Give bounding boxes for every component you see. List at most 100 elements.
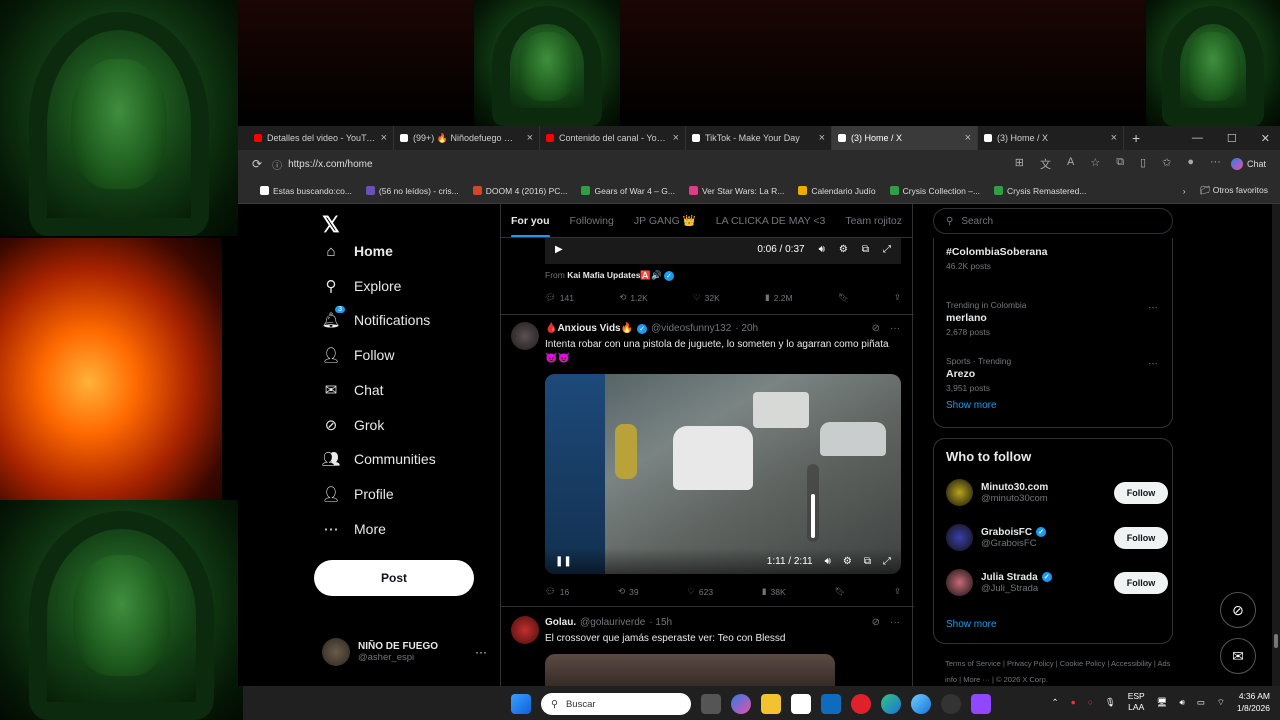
footer-link[interactable]: Accessibility [1111,659,1152,668]
other-favorites[interactable]: 📁︎ Otros favoritos [1200,185,1268,196]
battery-icon[interactable]: ▭ [1197,697,1205,708]
file-explorer-icon[interactable] [761,694,781,714]
browser-tab[interactable]: TikTok - Make Your Day × [686,126,832,150]
follow-suggestion[interactable]: GraboisFC ✓ @GraboisFC Follow [946,524,1168,551]
wifi-icon[interactable]: ⌔ [1217,697,1225,708]
opera-icon[interactable] [851,694,871,714]
pip-icon[interactable]: ⧉ [862,244,869,255]
bookmark-item[interactable]: (56 no leídos) - cris... [365,186,459,196]
extensions-icon[interactable]: ⧉ [1116,156,1124,172]
messages-fab[interactable]: ✉ [1220,638,1256,674]
footer-link[interactable]: Terms of Service [945,659,1001,668]
tab-close-icon[interactable]: × [527,132,533,144]
copilot-chat-button[interactable]: Chat [1230,158,1266,170]
page-scrollbar[interactable] [1272,204,1280,686]
bookmark-button[interactable]: 🔖︎ [834,586,845,597]
author-handle[interactable]: @golauriverde [580,617,645,628]
author-name[interactable]: 🩸Anxious Vids🔥 [545,323,633,334]
antivirus-icon[interactable]: ● [1071,697,1076,707]
tab-timeline[interactable]: LA CLICKA DE MAY <3 [716,215,826,227]
follow-suggestion[interactable]: Minuto30.com @minuto30com Follow [946,479,1168,506]
profile-avatar-icon[interactable]: ● [1187,156,1194,172]
bookmark-item[interactable]: Crysis Remastered... [994,186,1086,196]
nav-item-profile[interactable]: 👤︎ Profile [321,485,393,503]
scrollbar-thumb[interactable] [1274,634,1278,648]
edge-icon[interactable] [881,694,901,714]
split-screen-icon[interactable]: ▯ [1140,156,1146,172]
author-name[interactable]: Golau. [545,617,576,628]
account-more-icon[interactable]: ··· [475,645,487,659]
volume-icon[interactable]: 🔊︎ [825,556,831,567]
bookmark-item[interactable]: Ver Star Wars: La R... [688,186,784,196]
grok-icon[interactable]: ⊘ [872,323,880,334]
tab-close-icon[interactable]: × [381,132,387,144]
close-window-icon[interactable]: ✕ [1261,132,1270,145]
nav-item-grok[interactable]: ⊘ Grok [322,416,385,434]
follow-button[interactable]: Follow [1114,526,1168,549]
volume-icon[interactable]: 🔊︎ [819,244,825,255]
post-time[interactable]: · 15h [649,617,672,628]
views-button[interactable]: ▮ 38K [762,586,786,597]
repost-button[interactable]: ⟲ 39 [618,586,639,597]
prev-post-video[interactable]: ▶ 0:06 / 0:37 🔊︎ ⚙ ⧉ ⤢ [545,238,901,264]
post-more-icon[interactable]: ··· [890,323,900,334]
author-handle[interactable]: @videosfunny132 [651,323,731,334]
trend-more-icon[interactable]: ··· [1148,302,1158,313]
trend-item[interactable]: Sports · Trending ··· Arezo 3,951 posts [946,356,1164,393]
speaker-icon[interactable]: 🔊︎ [1180,697,1185,708]
read-aloud-icon[interactable]: A [1067,156,1074,172]
nav-item-more[interactable]: ⋯ More [322,520,386,538]
app-icon[interactable]: ⊞ [1015,156,1024,172]
tab-timeline[interactable]: Following [570,215,614,227]
post-video[interactable]: ❚❚ 1:11 / 2:11 🔊︎ ⚙ ⧉ ⤢ [545,374,901,574]
tab-close-icon[interactable]: × [965,132,971,144]
nav-item-communities[interactable]: 👥︎ Communities [321,450,435,468]
menu-dots-icon[interactable]: ··· [1210,156,1221,172]
settings-gear-icon[interactable]: ⚙ [839,244,848,255]
share-button[interactable]: ⇪ [894,586,901,597]
play-icon[interactable]: ▶ [555,244,563,255]
account-switcher[interactable]: NIÑO DE FUEGO @asher_espi ··· [322,638,487,666]
follow-suggestion[interactable]: Julia Strada ✓ @Juli_Strada Follow [946,569,1168,596]
bookmarks-overflow-icon[interactable]: › [1183,186,1186,196]
settings-gear-icon[interactable]: ⚙ [843,556,852,567]
footer-link[interactable]: Cookie Policy [1060,659,1105,668]
monitor-icon[interactable]: 🖥︎ [1157,697,1168,708]
footer-link[interactable]: © 2026 X Corp. [996,675,1048,684]
avatar[interactable] [511,616,539,644]
browser-tab[interactable]: Contenido del canal - YouTube × [540,126,686,150]
search-input[interactable]: ⚲ Search [933,208,1173,234]
bookmark-item[interactable]: DOOM 4 (2016) PC... [472,186,567,196]
favorites-icon[interactable]: ✩ [1162,156,1171,172]
post-button[interactable]: Post [314,560,474,596]
twitch-icon[interactable] [971,694,991,714]
favorite-star-icon[interactable]: ☆ [1090,156,1100,172]
trend-item[interactable]: Trending in Colombia ··· merlano 2,678 post… [946,300,1164,337]
views-button[interactable]: ▮ 2.2M [765,292,793,303]
from-name[interactable]: Kai Mafia Updates🅰️🔊 [567,270,661,280]
fullscreen-icon[interactable]: ⤢ [883,244,891,255]
follow-button[interactable]: Follow [1114,571,1168,594]
grok-icon[interactable]: ⊘ [872,617,880,628]
nav-item-home[interactable]: ⌂ Home [322,242,392,260]
pause-icon[interactable]: ❚❚ [555,556,572,567]
chevron-up-icon[interactable]: ⌃ [1052,697,1059,708]
fullscreen-icon[interactable]: ⤢ [883,556,891,567]
clock[interactable]: 4:36 AM 1/8/2026 [1237,690,1270,714]
microphone-icon[interactable]: 🎙︎ [1105,697,1116,708]
browser-tab[interactable]: Detalles del video - YouTube × [248,126,394,150]
grok-fab[interactable]: ⊘ [1220,592,1256,628]
chatgpt-icon[interactable] [941,694,961,714]
avatar[interactable] [511,322,539,350]
tab-timeline[interactable]: JP GANG 👑 [634,214,696,227]
store-icon[interactable] [791,694,811,714]
repost-button[interactable]: ⟲ 1.2K [619,292,648,303]
minimize-icon[interactable]: — [1192,132,1203,145]
follow-button[interactable]: Follow [1114,481,1168,504]
bookmark-item[interactable]: Crysis Collection –... [889,186,980,196]
edge-dev-icon[interactable] [911,694,931,714]
footer-link[interactable]: More ··· [963,675,990,684]
browser-tab[interactable]: (99+) 🔥 Niñodefuego 🔥 (@ni × [394,126,540,150]
browser-tab[interactable]: (3) Home / X × [832,126,978,150]
reply-button[interactable]: 💬︎ 16 [545,586,569,597]
